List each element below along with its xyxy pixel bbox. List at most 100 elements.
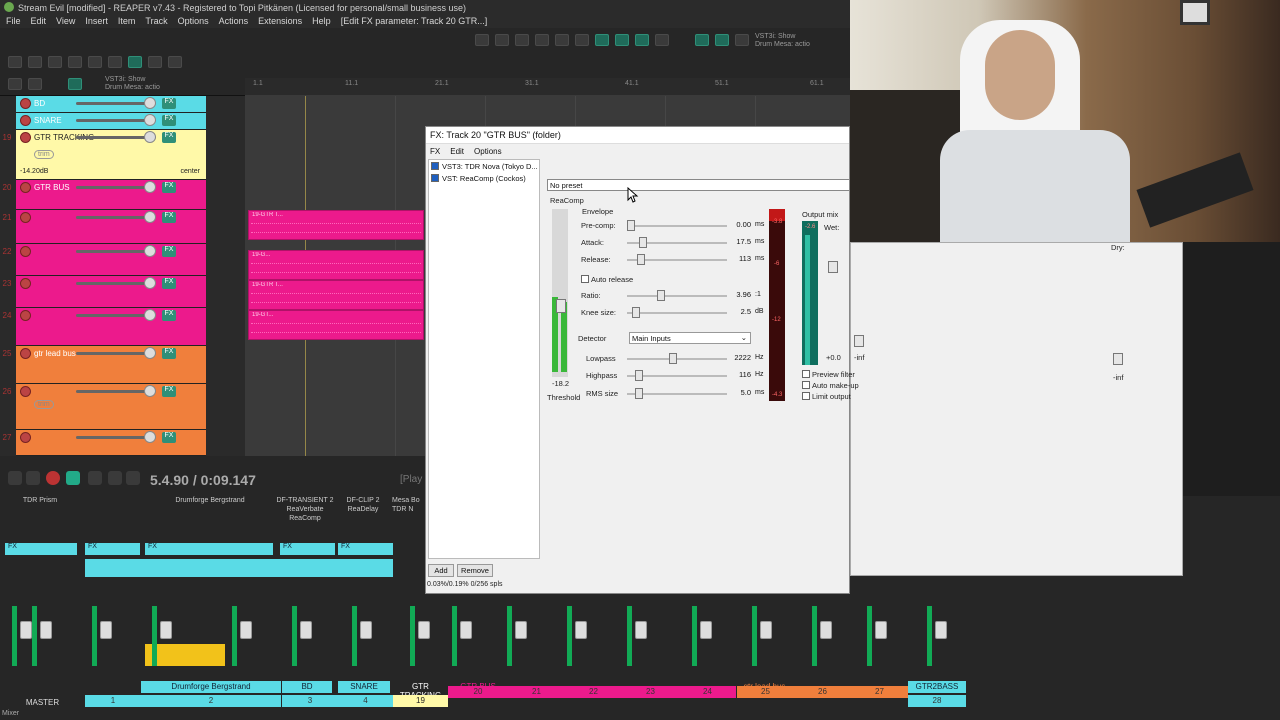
record-arm-icon[interactable] xyxy=(20,348,31,359)
dry-slider[interactable] xyxy=(1113,353,1123,365)
param-slider-track[interactable] xyxy=(627,312,727,314)
mixer-fx-chain[interactable]: Drumforge Bergstrand xyxy=(150,496,270,505)
menu-insert[interactable]: Insert xyxy=(85,16,108,26)
auto-crossfade-icon[interactable] xyxy=(68,78,82,90)
open-project-icon[interactable] xyxy=(28,56,42,68)
fx-menu-edit[interactable]: Edit xyxy=(450,147,464,157)
snap-icon[interactable] xyxy=(168,56,182,68)
redo-icon[interactable] xyxy=(108,56,122,68)
channel-fader[interactable] xyxy=(820,621,832,639)
pause-icon[interactable] xyxy=(126,471,140,485)
fx-slot[interactable]: FX xyxy=(85,543,140,555)
fx-slot[interactable]: FX xyxy=(145,543,273,555)
master-fx-slot[interactable]: FX xyxy=(5,543,77,555)
fx-chain-item[interactable]: VST: ReaComp (Cockos) xyxy=(429,172,539,184)
param-slider-thumb[interactable] xyxy=(657,290,665,301)
auto-makeup-checkbox[interactable] xyxy=(802,381,810,389)
channel-fader[interactable] xyxy=(100,621,112,639)
channel-fader[interactable] xyxy=(20,621,32,639)
filter-slider-track[interactable] xyxy=(627,358,727,360)
timeline-ruler[interactable]: 1.1 11.1 21.1 31.1 41.1 51.1 61.1 xyxy=(245,78,850,96)
output-gain-slider[interactable] xyxy=(854,335,864,347)
new-project-icon[interactable] xyxy=(8,56,22,68)
fx-chain-item[interactable]: VST3: TDR Nova (Tokyo D... xyxy=(429,160,539,172)
mixer-strip-name[interactable]: MASTER xyxy=(0,697,85,709)
channel-fader[interactable] xyxy=(300,621,312,639)
record-arm-icon[interactable] xyxy=(20,432,31,443)
pan-knob[interactable] xyxy=(144,277,156,289)
param-value[interactable]: 2.5 xyxy=(729,307,751,318)
play-icon[interactable] xyxy=(66,471,80,485)
menu-extensions[interactable]: Extensions xyxy=(258,16,302,26)
channel-fader[interactable] xyxy=(515,621,527,639)
track-header[interactable]: 21 FX xyxy=(3,210,206,244)
pan-knob[interactable] xyxy=(144,431,156,443)
filter-slider-thumb[interactable] xyxy=(669,353,677,364)
fx-enable-checkbox[interactable] xyxy=(431,162,439,170)
track-name[interactable]: BD xyxy=(34,99,45,108)
menu-file[interactable]: File xyxy=(6,16,21,26)
settings-icon-2[interactable] xyxy=(535,34,549,46)
filter-slider-thumb[interactable] xyxy=(635,388,643,399)
param-slider-thumb[interactable] xyxy=(639,237,647,248)
remove-fx-button[interactable]: Remove xyxy=(457,564,493,577)
lock-icon-2[interactable] xyxy=(735,34,749,46)
param-slider-thumb[interactable] xyxy=(632,307,640,318)
fx-menu-options[interactable]: Options xyxy=(474,147,502,157)
track-name[interactable]: gtr lead bus xyxy=(34,349,76,358)
track-header[interactable]: BD FX xyxy=(16,96,206,113)
mixer-strip-name[interactable]: GTR2BASS xyxy=(908,681,966,693)
menu-track[interactable]: Track xyxy=(145,16,167,26)
fx-button[interactable]: FX xyxy=(162,132,176,143)
channel-fader[interactable] xyxy=(460,621,472,639)
track-header[interactable]: 27 FX xyxy=(3,430,206,456)
menu-item[interactable]: Item xyxy=(118,16,136,26)
menu-edit[interactable]: Edit xyxy=(31,16,47,26)
metronome-icon[interactable] xyxy=(128,56,142,68)
project-settings-icon[interactable] xyxy=(68,56,82,68)
menu-options[interactable]: Options xyxy=(178,16,209,26)
grid-icon[interactable] xyxy=(8,78,22,90)
fx-button[interactable]: FX xyxy=(162,386,176,397)
trim-button[interactable]: trim xyxy=(34,400,54,409)
fx-button[interactable]: FX xyxy=(162,348,176,359)
save-project-icon[interactable] xyxy=(48,56,62,68)
fx-button[interactable]: FX xyxy=(162,310,176,321)
pan-knob[interactable] xyxy=(144,114,156,126)
grid-icon-2[interactable] xyxy=(695,34,709,46)
mixer-strip-name[interactable]: SNARE xyxy=(338,681,390,693)
channel-fader[interactable] xyxy=(240,621,252,639)
track-header[interactable]: 22 FX xyxy=(3,244,206,276)
pan-knob[interactable] xyxy=(144,181,156,193)
param-value[interactable]: 113 xyxy=(729,254,751,265)
track-header[interactable]: 20 GTR BUS FX xyxy=(3,180,206,210)
filter-value[interactable]: 116 xyxy=(729,370,751,381)
auto-release-checkbox[interactable] xyxy=(581,275,589,283)
lock-icon[interactable] xyxy=(28,78,42,90)
track-header[interactable]: 26 FX trim xyxy=(3,384,206,430)
channel-fader[interactable] xyxy=(635,621,647,639)
limit-output-checkbox[interactable] xyxy=(802,392,810,400)
param-slider-track[interactable] xyxy=(627,295,727,297)
media-item[interactable]: 19-GTR T... xyxy=(248,280,424,310)
record-icon[interactable] xyxy=(46,471,60,485)
record-arm-icon[interactable] xyxy=(20,246,31,257)
crossfade-icon-2[interactable] xyxy=(715,34,729,46)
channel-fader[interactable] xyxy=(935,621,947,639)
track-name[interactable]: SNARE xyxy=(34,116,62,125)
mixer-fx-chain[interactable]: Mesa Bo TDR N xyxy=(392,496,425,514)
trim-icon-2[interactable] xyxy=(655,34,669,46)
param-value[interactable]: 17.5 xyxy=(729,237,751,248)
channel-fader[interactable] xyxy=(160,621,172,639)
fx-button[interactable]: FX xyxy=(162,182,176,193)
media-item[interactable]: 19-GTR T... xyxy=(248,210,424,240)
fx-button[interactable]: FX xyxy=(162,278,176,289)
mixer-fx-chain[interactable]: TDR Prism xyxy=(10,496,70,505)
fx-enable-checkbox[interactable] xyxy=(431,174,439,182)
pan-knob[interactable] xyxy=(144,309,156,321)
channel-fader[interactable] xyxy=(40,621,52,639)
preset-dropdown[interactable]: No preset xyxy=(547,179,850,191)
open-project-icon-2[interactable] xyxy=(495,34,509,46)
go-to-start-icon[interactable] xyxy=(8,471,22,485)
track-name[interactable]: GTR BUS xyxy=(34,183,70,192)
